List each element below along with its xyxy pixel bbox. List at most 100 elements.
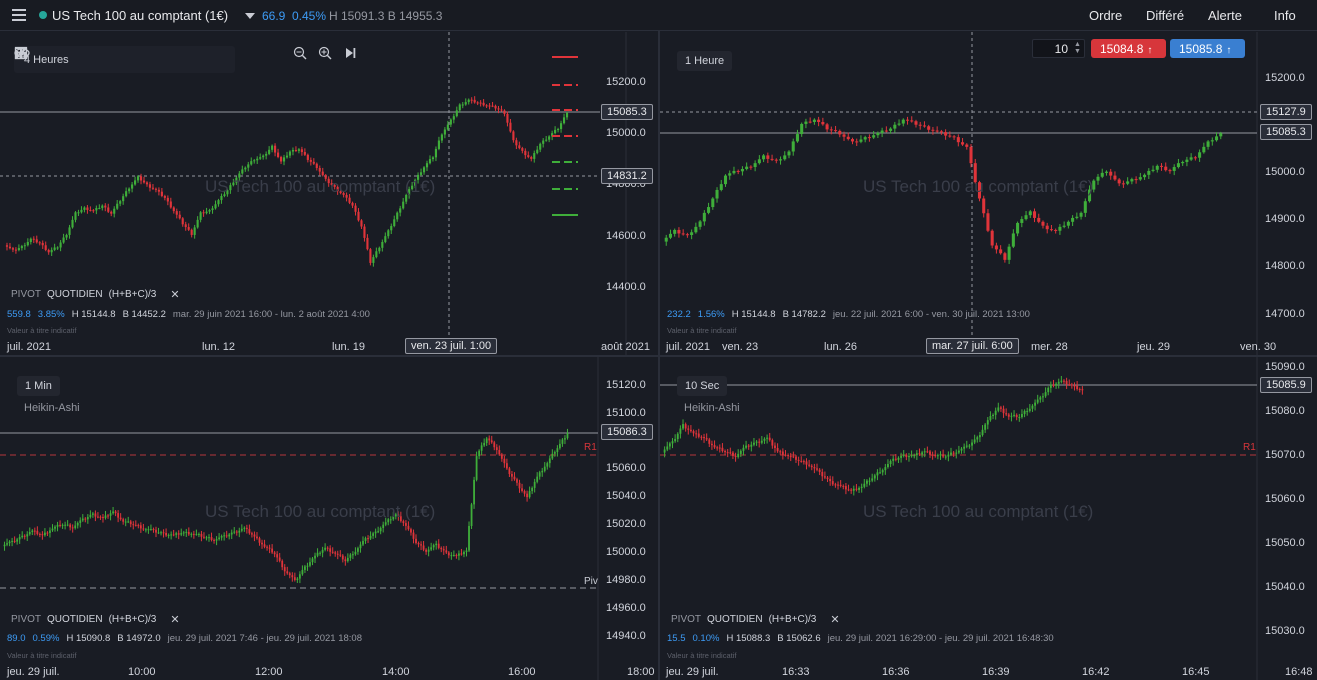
candle-body	[294, 149, 298, 151]
candle-body	[1031, 405, 1034, 409]
candle-body	[1143, 174, 1147, 178]
candle-body	[205, 211, 208, 214]
candle-body	[265, 153, 268, 156]
menu-alerte[interactable]: Alerte	[1208, 8, 1242, 23]
candle-body	[942, 454, 945, 457]
candle-body	[913, 455, 916, 457]
candle-body	[677, 229, 681, 234]
layout-grid-icon[interactable]	[14, 46, 131, 73]
candle-body	[679, 428, 682, 434]
candle-body	[1215, 136, 1219, 141]
close-indicator-icon[interactable]: ✕	[170, 288, 179, 301]
buy-button[interactable]: 15085.8 ↑	[1170, 39, 1245, 58]
stat-range: jeu. 29 juil. 2021 16:29:00 - jeu. 29 ju…	[827, 633, 1054, 644]
symbol-dropdown-icon[interactable]	[245, 13, 255, 19]
menu-ordre[interactable]: Ordre	[1089, 8, 1122, 23]
candle-body	[382, 524, 385, 528]
candle-body	[425, 163, 429, 168]
candle-body	[1007, 414, 1010, 417]
candle-body	[826, 477, 829, 479]
crosshair-price-label: 14831.2	[601, 168, 653, 184]
candle-body	[107, 207, 110, 212]
interval-selector[interactable]: 1 Heure	[677, 51, 733, 71]
calendar-icon[interactable]	[14, 46, 105, 73]
stat-range: mar. 29 juin 2021 16:00 - lun. 2 août 20…	[172, 309, 370, 320]
candle-body	[871, 478, 874, 481]
candle-body	[721, 447, 724, 452]
candle-body	[137, 525, 140, 527]
zoom-out-icon[interactable]	[293, 46, 319, 73]
candle-body	[104, 515, 107, 519]
candle-body	[431, 157, 435, 160]
candle-body	[671, 441, 674, 444]
candle-body	[984, 424, 987, 430]
candle-body	[112, 511, 114, 514]
sell-button[interactable]: 15084.8 ↑	[1091, 39, 1166, 58]
close-indicator-icon[interactable]: ✕	[170, 613, 179, 626]
candle-body	[458, 553, 460, 556]
candle-body	[359, 544, 362, 549]
menu-differe[interactable]: Différé	[1146, 8, 1184, 23]
close-indicator-icon[interactable]: ✕	[830, 613, 839, 626]
menu-info[interactable]: Info	[1274, 8, 1296, 23]
candle-body	[745, 445, 748, 448]
candle-body	[994, 410, 997, 415]
zoom-in-icon[interactable]	[318, 46, 344, 73]
candle-body	[562, 117, 566, 124]
candle-body	[689, 429, 692, 432]
interval-selector[interactable]: 10 Sec	[677, 376, 728, 396]
more-options-icon[interactable]	[15, 46, 235, 73]
candle-body	[175, 211, 178, 215]
eye-icon[interactable]	[14, 46, 209, 73]
chart-panel-1h[interactable]: 1 Heure US Tech 100 au comptant (1€) 152…	[660, 32, 1317, 355]
candle-body	[952, 136, 956, 138]
pencil-draw-icon[interactable]	[15, 46, 183, 73]
candle-body	[113, 208, 116, 214]
candle-body	[11, 540, 14, 542]
hamburger-menu-icon[interactable]	[12, 9, 26, 21]
candle-body	[190, 533, 193, 535]
scroll-to-end-icon[interactable]	[343, 46, 369, 73]
candle-body	[960, 448, 963, 451]
interval-selector[interactable]: 1 Min	[17, 376, 60, 396]
candle-body	[142, 180, 146, 183]
candle-body	[127, 521, 130, 523]
candle-body	[918, 124, 922, 126]
candle-body	[1185, 159, 1189, 162]
candle-body	[760, 440, 763, 443]
symbol-title[interactable]: US Tech 100 au comptant (1€)	[52, 8, 228, 23]
candle-body	[1096, 176, 1100, 181]
price-tick: 15080.0	[1265, 405, 1305, 417]
price-tick: 15000.0	[1265, 166, 1305, 178]
candle-body	[285, 155, 289, 158]
chart-type-icon[interactable]	[15, 46, 157, 73]
disclaimer-note: Valeur à titre indicatif	[7, 326, 77, 335]
candle-body	[32, 238, 35, 240]
candle-body	[445, 550, 448, 553]
candle-body	[795, 134, 799, 142]
chart-watermark: US Tech 100 au comptant (1€)	[205, 502, 436, 521]
chart-panel-10sec[interactable]: 10 Sec Heikin-Ashi US Tech 100 au compta…	[660, 357, 1317, 680]
quantity-stepper-icon[interactable]: ▲ ▼	[1074, 41, 1081, 55]
candle-body	[213, 539, 215, 541]
candle-body	[175, 533, 178, 535]
candle-body	[500, 454, 503, 459]
candle-body	[505, 463, 508, 469]
chart-panel-1min[interactable]: 1 Min Heikin-Ashi US Tech 100 au comptan…	[0, 357, 658, 680]
candle-body	[518, 482, 521, 489]
candle-body	[855, 488, 858, 490]
candle-body	[324, 547, 327, 550]
candle-body	[210, 537, 213, 540]
candle-body	[674, 439, 677, 442]
time-tick: jeu. 29 juil.	[7, 666, 60, 678]
candle-body	[528, 491, 531, 498]
stat-change: 15.5	[667, 633, 686, 644]
chart-panel-4h[interactable]: 4 Heures US Tech 100 au comptant (1€) 15…	[0, 32, 658, 355]
candle-body	[282, 157, 286, 162]
candle-body	[800, 460, 803, 462]
stat-high: H 15144.8	[731, 309, 776, 320]
candle-body	[309, 159, 312, 162]
candle-body	[831, 481, 834, 485]
stat-range: jeu. 29 juil. 2021 7:46 - jeu. 29 juil. …	[167, 633, 362, 644]
candle-body	[200, 533, 203, 537]
